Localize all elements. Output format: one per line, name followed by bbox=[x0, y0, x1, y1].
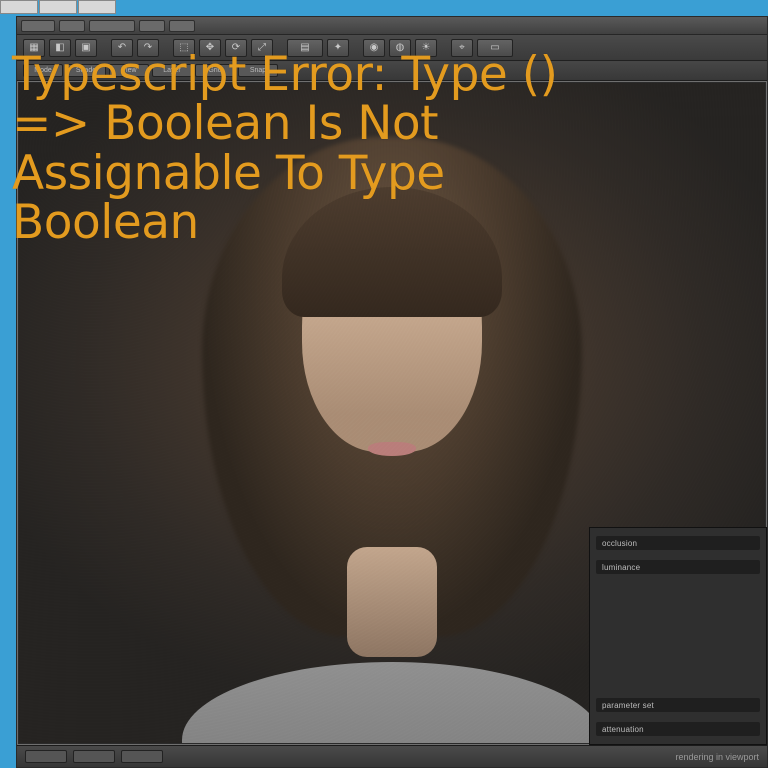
status-bar: rendering in viewport bbox=[17, 745, 767, 767]
os-tab[interactable] bbox=[0, 0, 38, 14]
menu-item[interactable] bbox=[89, 20, 135, 32]
status-hint: rendering in viewport bbox=[675, 752, 759, 762]
panel-row[interactable]: attenuation bbox=[596, 722, 760, 736]
panel-row[interactable]: parameter set bbox=[596, 698, 760, 712]
overlay-title-text: Typescript Error: Type () => Boolean Is … bbox=[12, 50, 572, 247]
os-tab[interactable] bbox=[39, 0, 77, 14]
menu-item[interactable] bbox=[169, 20, 195, 32]
menu-bar bbox=[17, 17, 767, 35]
panel-row[interactable]: occlusion bbox=[596, 536, 760, 550]
os-tab[interactable] bbox=[78, 0, 116, 14]
status-segment[interactable] bbox=[25, 750, 67, 763]
status-segment[interactable] bbox=[121, 750, 163, 763]
menu-item[interactable] bbox=[139, 20, 165, 32]
properties-panel: occlusion luminance parameter set attenu… bbox=[589, 527, 767, 745]
menu-item[interactable] bbox=[21, 20, 55, 32]
panel-row[interactable]: luminance bbox=[596, 560, 760, 574]
status-segment[interactable] bbox=[73, 750, 115, 763]
menu-item[interactable] bbox=[59, 20, 85, 32]
os-window-tabs bbox=[0, 0, 116, 16]
